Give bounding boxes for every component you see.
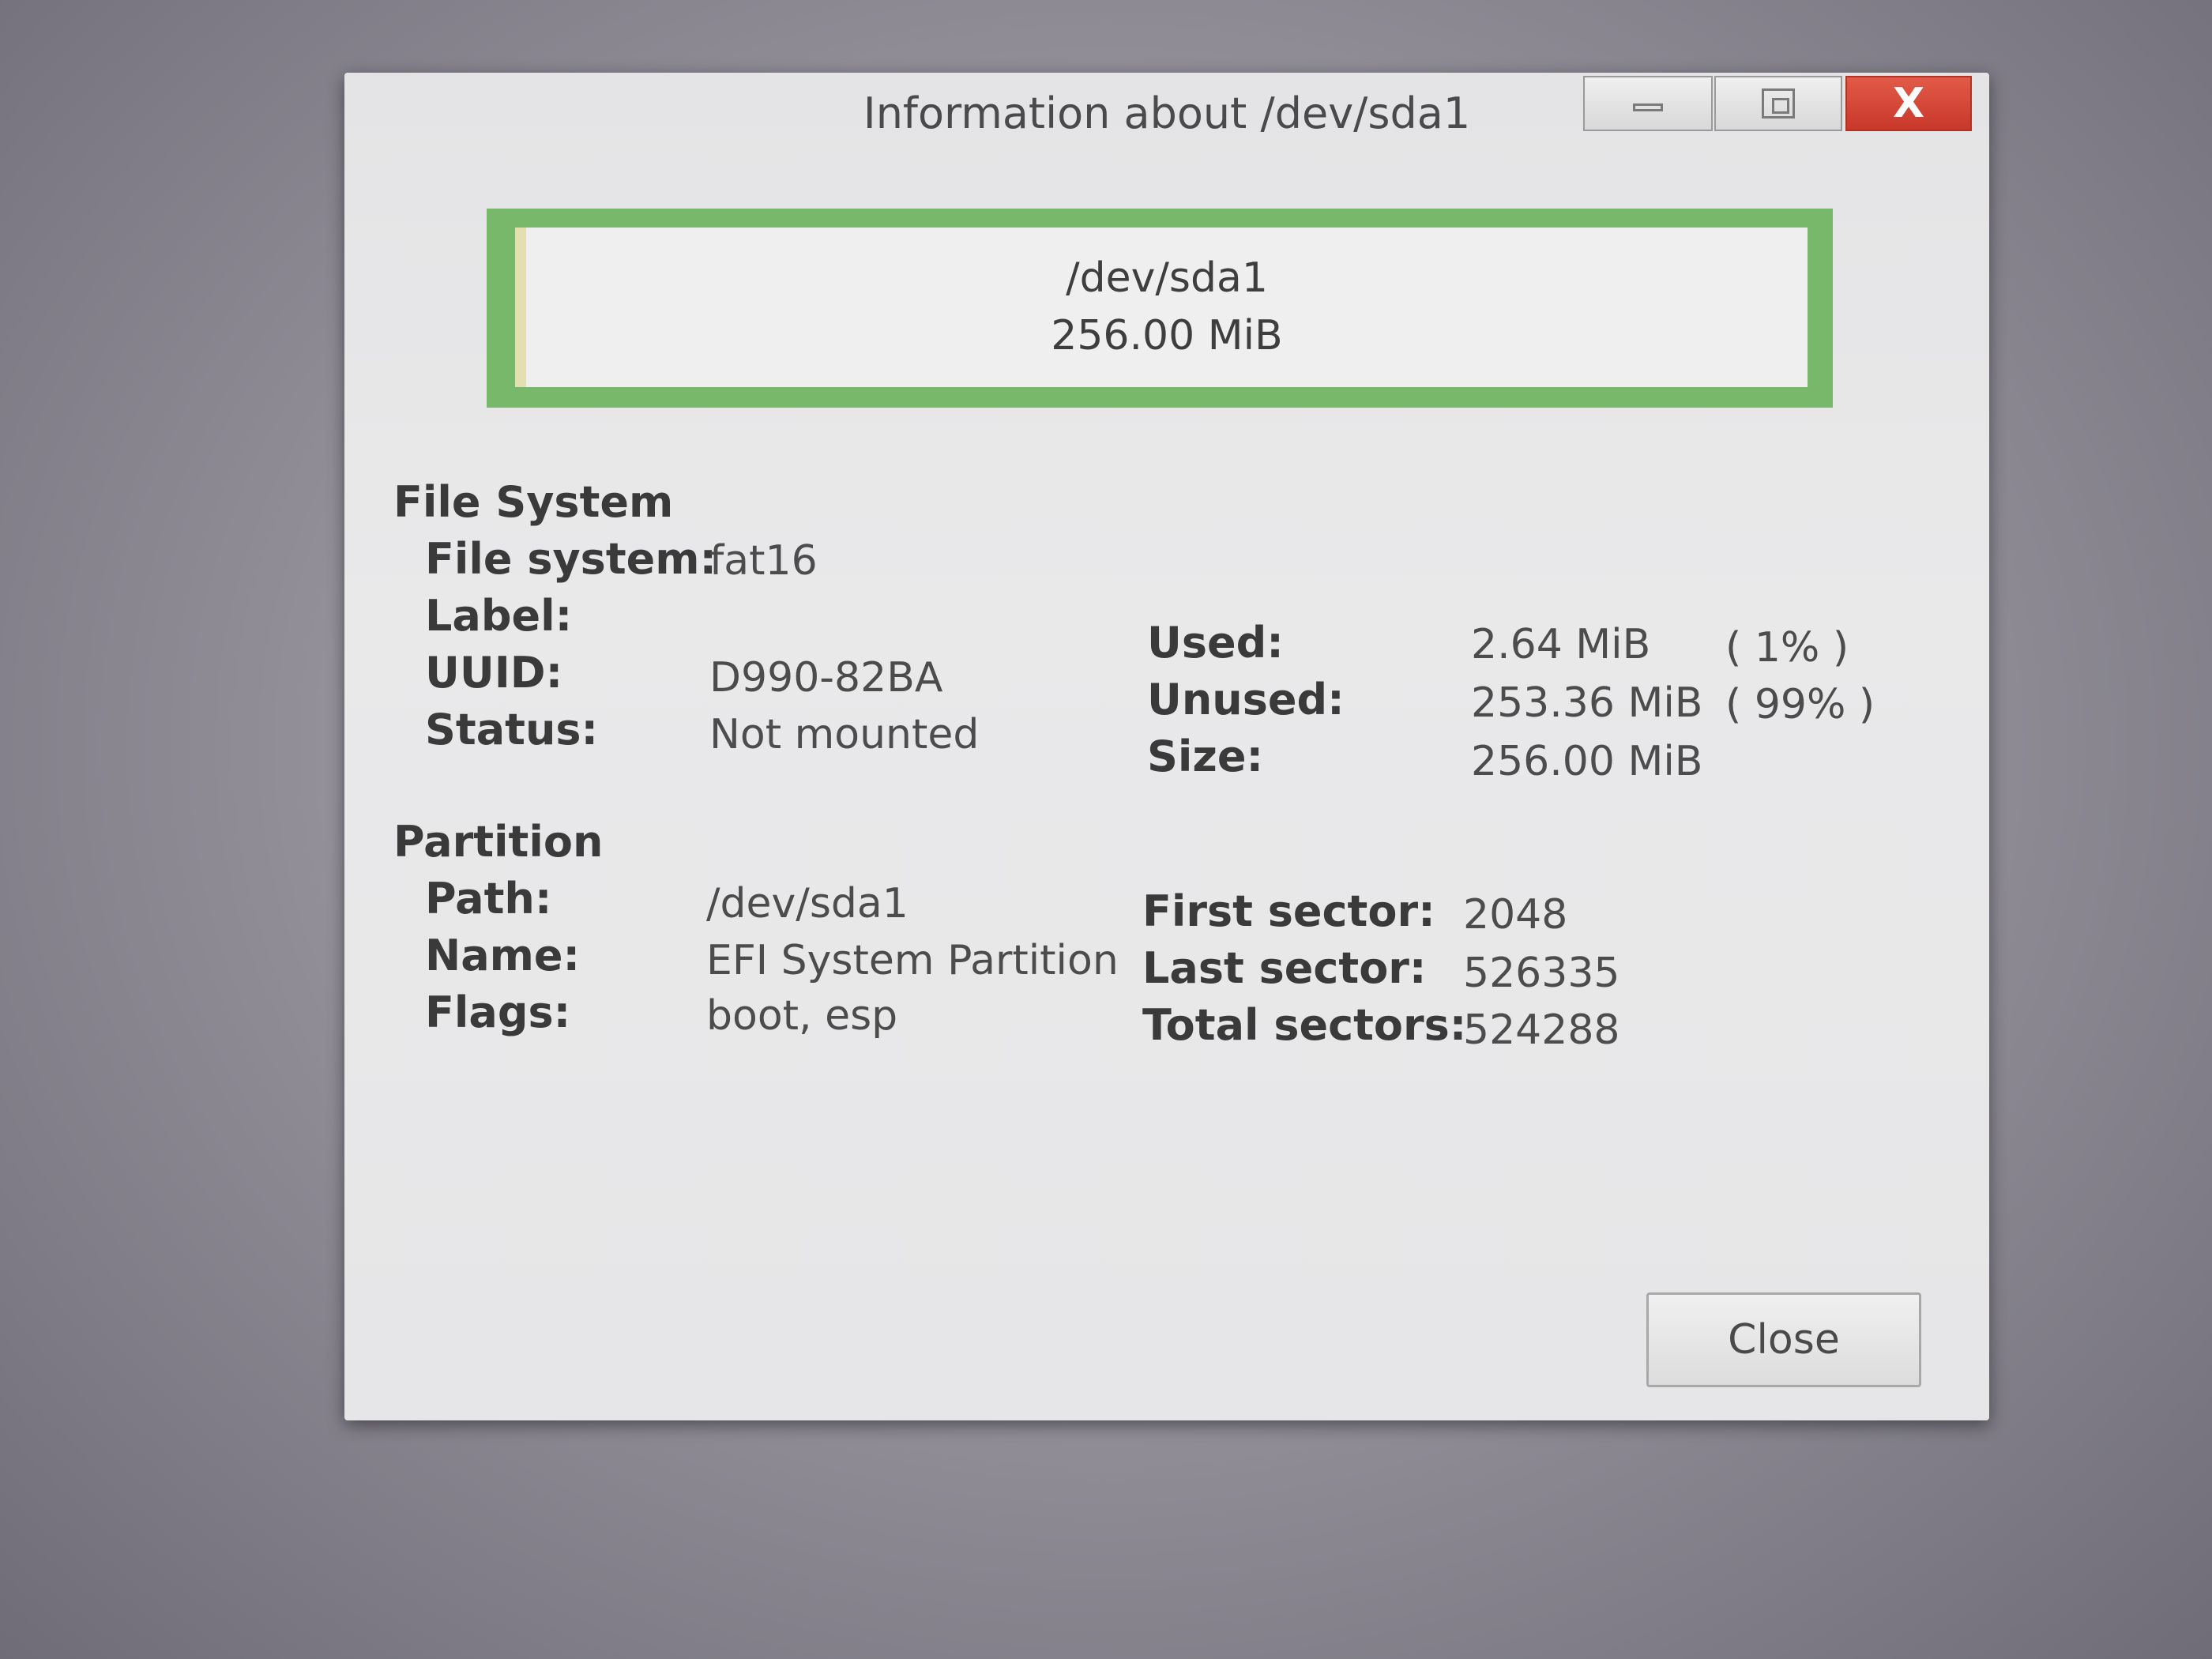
used-label: Used: bbox=[1147, 618, 1284, 668]
maximize-icon bbox=[1762, 88, 1795, 118]
file-system-heading: File System bbox=[393, 477, 674, 527]
close-button[interactable]: Close bbox=[1646, 1292, 1921, 1387]
fs-type-value: fat16 bbox=[709, 537, 818, 585]
partition-heading: Partition bbox=[393, 817, 604, 867]
size-value: 256.00 MiB bbox=[1471, 738, 1703, 785]
unused-percent: ( 99% ) bbox=[1725, 681, 1875, 728]
path-value: /dev/sda1 bbox=[706, 880, 908, 927]
flags-label: Flags: bbox=[425, 988, 571, 1037]
close-icon: X bbox=[1892, 80, 1925, 127]
flags-value: boot, esp bbox=[706, 992, 898, 1040]
first-sector-value: 2048 bbox=[1463, 891, 1568, 939]
last-sector-value: 526335 bbox=[1463, 950, 1620, 997]
partition-graph-inner: /dev/sda1 256.00 MiB bbox=[515, 228, 1808, 387]
minimize-button[interactable] bbox=[1583, 76, 1713, 131]
status-label: Status: bbox=[425, 705, 599, 754]
uuid-label: UUID: bbox=[425, 648, 563, 698]
title-bar[interactable]: Information about /dev/sda1 X bbox=[344, 73, 1989, 160]
name-label: Name: bbox=[425, 931, 581, 980]
size-label: Size: bbox=[1147, 732, 1264, 781]
fs-type-label: File system: bbox=[425, 534, 717, 584]
minimize-icon bbox=[1633, 103, 1663, 111]
last-sector-label: Last sector: bbox=[1142, 943, 1427, 993]
partition-graph-path: /dev/sda1 bbox=[1066, 254, 1268, 303]
unused-label: Unused: bbox=[1147, 675, 1345, 724]
total-sectors-value: 524288 bbox=[1463, 1006, 1620, 1054]
used-value: 2.64 MiB bbox=[1471, 621, 1651, 668]
maximize-button[interactable] bbox=[1714, 76, 1842, 131]
uuid-value: D990-82BA bbox=[709, 654, 943, 702]
status-value: Not mounted bbox=[709, 711, 980, 758]
fs-label-label: Label: bbox=[425, 591, 573, 641]
name-value: EFI System Partition bbox=[706, 937, 1119, 984]
partition-info-dialog: Information about /dev/sda1 X /dev/sda1 … bbox=[344, 73, 1989, 1420]
path-label: Path: bbox=[425, 874, 552, 924]
unused-value: 253.36 MiB bbox=[1471, 679, 1703, 727]
partition-graph: /dev/sda1 256.00 MiB bbox=[487, 209, 1833, 408]
window-close-button[interactable]: X bbox=[1845, 76, 1972, 131]
total-sectors-label: Total sectors: bbox=[1142, 1000, 1467, 1050]
partition-graph-size: 256.00 MiB bbox=[1051, 312, 1283, 359]
first-sector-label: First sector: bbox=[1142, 886, 1435, 936]
used-percent: ( 1% ) bbox=[1725, 624, 1849, 672]
